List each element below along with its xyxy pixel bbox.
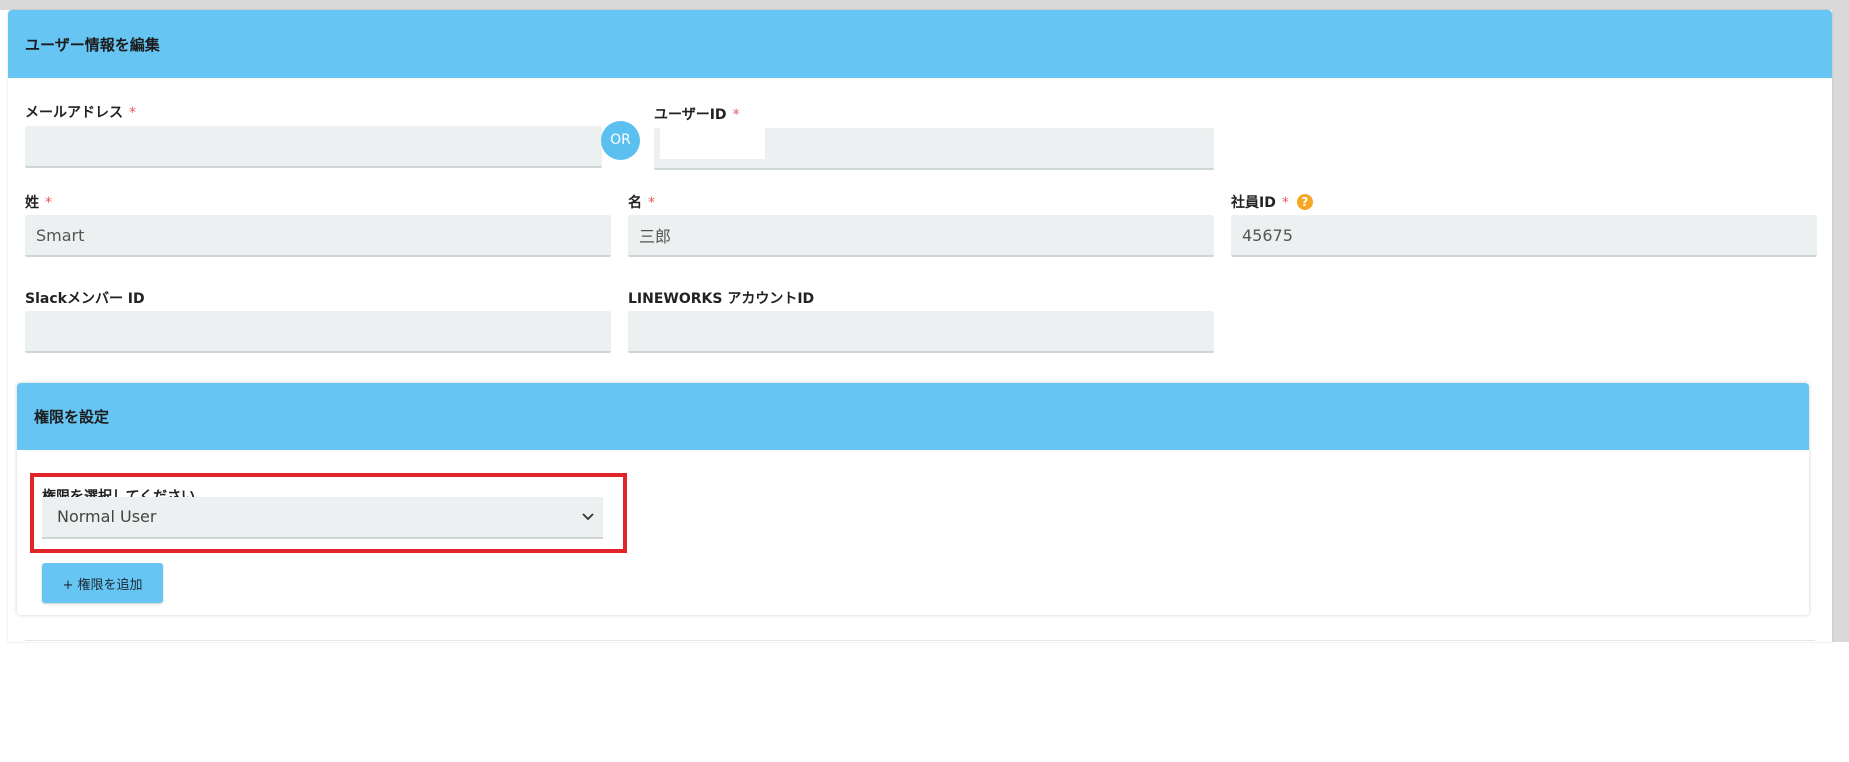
card-header: ユーザー情報を編集 — [8, 10, 1832, 78]
email-label: メールアドレス * — [25, 105, 136, 121]
lineworks-id-label: LINEWORKS アカウントID — [628, 291, 815, 307]
required-mark: * — [129, 105, 136, 121]
top-scroll-area — [0, 0, 1849, 10]
email-field[interactable] — [25, 126, 602, 168]
help-icon[interactable]: ? — [1296, 194, 1313, 210]
first-name-field[interactable] — [628, 215, 1214, 257]
highlight-box — [30, 473, 627, 553]
required-mark: * — [1281, 195, 1289, 211]
add-permission-button[interactable]: + 権限を追加 — [42, 563, 163, 603]
divider — [25, 640, 1815, 641]
first-name-label: 名 * — [628, 195, 655, 211]
last-name-label: 姓 * — [25, 195, 52, 211]
slack-id-label: Slackメンバー ID — [25, 291, 145, 307]
user-id-label: ユーザーID * — [654, 107, 740, 123]
required-mark: * — [732, 107, 740, 123]
page-title: ユーザー情報を編集 — [25, 35, 160, 54]
employee-id-field[interactable] — [1231, 215, 1817, 257]
employee-id-label: 社員ID *? — [1231, 192, 1313, 212]
right-scroll-area — [1832, 0, 1849, 642]
slack-id-field[interactable] — [25, 311, 611, 353]
required-mark: * — [648, 195, 655, 211]
user-id-mask — [660, 124, 765, 159]
or-badge: OR — [601, 121, 640, 160]
last-name-field[interactable] — [25, 215, 611, 257]
lineworks-id-field[interactable] — [628, 311, 1214, 353]
permissions-header: 権限を設定 — [17, 383, 1809, 450]
required-mark: * — [45, 195, 52, 211]
permissions-title: 権限を設定 — [34, 408, 110, 426]
